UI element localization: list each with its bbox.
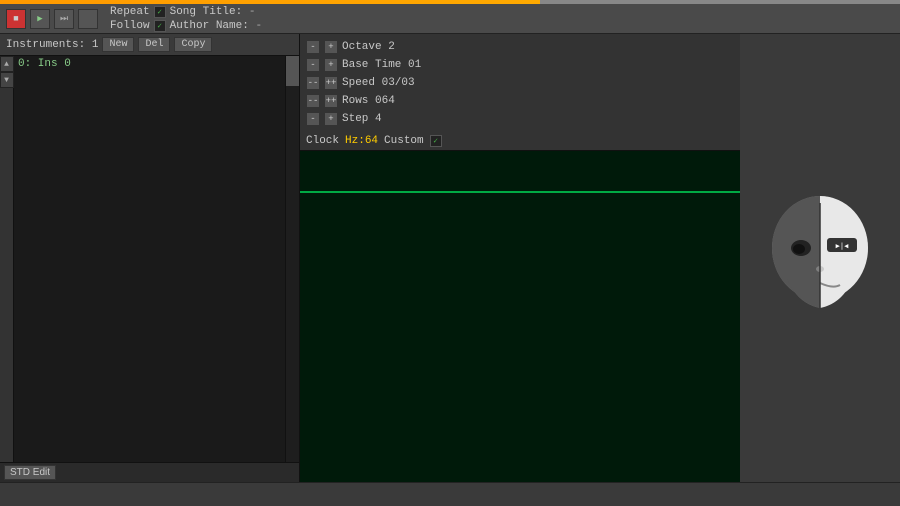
rows-label: Rows 064 bbox=[342, 95, 422, 107]
stop-button[interactable]: ■ bbox=[6, 9, 26, 29]
instrument-scrollbar[interactable] bbox=[285, 56, 299, 462]
rows-row: -- ++ Rows 064 bbox=[306, 92, 734, 110]
mask-logo: ▶|◀ bbox=[765, 193, 875, 323]
octave-label: Octave 2 bbox=[342, 41, 422, 53]
custom-label: Custom bbox=[384, 135, 424, 147]
scroll-arrows-left: ▲ ▼ bbox=[0, 56, 14, 462]
instrument-items: 0: Ins 0 bbox=[14, 56, 285, 462]
octave-minus-button[interactable]: - bbox=[306, 40, 320, 54]
pattern-panel: - + Octave 2 - + Base Time 01 -- ++ Spee… bbox=[300, 34, 740, 482]
instrument-item[interactable]: 0: Ins 0 bbox=[14, 56, 285, 72]
scroll-down-button[interactable]: ▼ bbox=[0, 72, 14, 88]
instrument-list: ▲ ▼ 0: Ins 0 bbox=[0, 56, 299, 462]
basetime-plus-button[interactable]: + bbox=[324, 58, 338, 72]
new-instrument-button[interactable]: New bbox=[102, 37, 134, 52]
octave-row: - + Octave 2 bbox=[306, 38, 734, 56]
bottom-area bbox=[0, 482, 900, 502]
mask-area: ▶|◀ bbox=[740, 34, 900, 482]
scroll-track bbox=[286, 56, 299, 462]
song-info: Repeat ✓ Song Title: - Follow ✓ Author N… bbox=[110, 6, 262, 32]
scroll-up-button[interactable]: ▲ bbox=[0, 56, 14, 72]
custom-checkbox[interactable]: ✓ bbox=[430, 135, 442, 147]
basetime-row: - + Base Time 01 bbox=[306, 56, 734, 74]
pattern-controls: - + Octave 2 - + Base Time 01 -- ++ Spee… bbox=[300, 34, 740, 132]
basetime-minus-button[interactable]: - bbox=[306, 58, 320, 72]
speed-row: -- ++ Speed 03/03 bbox=[306, 74, 734, 92]
step-row: - + Step 4 bbox=[306, 110, 734, 128]
clock-row: Clock Hz:64 Custom ✓ bbox=[300, 132, 740, 151]
octave-plus-button[interactable]: + bbox=[324, 40, 338, 54]
follow-checkbox[interactable]: ✓ bbox=[154, 20, 166, 32]
pattern-highlight bbox=[300, 191, 740, 193]
follow-row: Follow ✓ Author Name: - bbox=[110, 20, 262, 32]
repeat-label: Repeat bbox=[110, 6, 150, 18]
repeat-row: Repeat ✓ Song Title: - bbox=[110, 6, 262, 18]
del-instrument-button[interactable]: Del bbox=[138, 37, 170, 52]
instruments-label: Instruments: 1 bbox=[6, 39, 98, 51]
svg-text:▶|◀: ▶|◀ bbox=[836, 242, 849, 250]
rows-double-minus-button[interactable]: -- bbox=[306, 94, 320, 108]
scroll-thumb[interactable] bbox=[286, 56, 299, 86]
speed-label: Speed 03/03 bbox=[342, 77, 422, 89]
follow-label: Follow bbox=[110, 20, 150, 32]
clock-value: Hz:64 bbox=[345, 135, 378, 147]
record-button[interactable] bbox=[78, 9, 98, 29]
play-button[interactable]: ▶ bbox=[30, 9, 50, 29]
rows-double-plus-button[interactable]: ++ bbox=[324, 94, 338, 108]
std-edit-button[interactable]: STD Edit bbox=[4, 465, 56, 480]
speed-double-minus-button[interactable]: -- bbox=[306, 76, 320, 90]
pattern-display bbox=[300, 151, 740, 482]
instrument-controls: STD Edit bbox=[0, 462, 299, 482]
step-plus-button[interactable]: + bbox=[324, 112, 338, 126]
main-toolbar: ■ ▶ ⏭ Repeat ✓ Song Title: - Follow ✓ Au… bbox=[0, 4, 900, 34]
content-area: Instruments: 1 New Del Copy ▲ ▼ 0: Ins 0 bbox=[0, 34, 900, 482]
speed-double-plus-button[interactable]: ++ bbox=[324, 76, 338, 90]
step-minus-button[interactable]: - bbox=[306, 112, 320, 126]
clock-label: Clock bbox=[306, 135, 339, 147]
step-label: Step 4 bbox=[342, 113, 422, 125]
instruments-panel: Instruments: 1 New Del Copy ▲ ▼ 0: Ins 0 bbox=[0, 34, 300, 482]
copy-instrument-button[interactable]: Copy bbox=[174, 37, 212, 52]
skip-button[interactable]: ⏭ bbox=[54, 9, 74, 29]
instruments-header: Instruments: 1 New Del Copy bbox=[0, 34, 299, 56]
repeat-checkbox[interactable]: ✓ bbox=[154, 6, 166, 18]
author-name-label: Author Name: - bbox=[170, 20, 262, 32]
song-title-label: Song Title: - bbox=[170, 6, 256, 18]
basetime-label: Base Time 01 bbox=[342, 59, 422, 71]
